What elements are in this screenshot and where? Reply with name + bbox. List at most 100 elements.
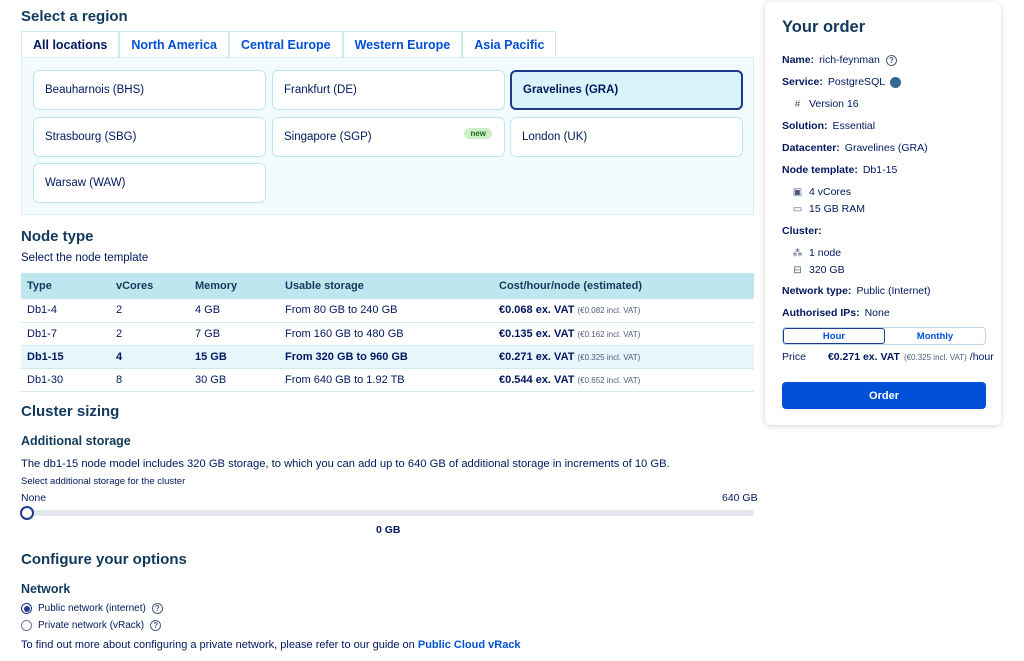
region-card-uk[interactable]: London (UK)	[510, 117, 743, 157]
table-header-row: Type vCores Memory Usable storage Cost/h…	[21, 273, 754, 299]
service-value: PostgreSQL	[827, 76, 886, 88]
radio-button[interactable]	[21, 620, 32, 631]
cost-incl-vat: (€0.162 incl. VAT)	[577, 329, 641, 339]
cost-incl-vat: (€0.325 incl. VAT)	[577, 352, 641, 362]
solution-value: Essential	[832, 120, 876, 132]
col-memory: Memory	[189, 273, 279, 299]
datacenter-label: Datacenter:	[782, 142, 840, 154]
region-card-sbg[interactable]: Strasbourg (SBG)	[33, 117, 266, 157]
radio-button-checked[interactable]	[21, 603, 32, 614]
order-button[interactable]: Order	[782, 382, 986, 409]
storage-slider-track[interactable]	[27, 510, 754, 516]
order-ips-row: Authorised IPs: None	[782, 307, 890, 319]
region-card-sgp[interactable]: Singapore (SGP) new	[272, 117, 505, 157]
cell-vcores: 2	[110, 299, 189, 323]
cluster-label: Cluster:	[782, 225, 822, 237]
new-badge: new	[464, 128, 492, 139]
ips-label: Authorised IPs:	[782, 307, 860, 319]
order-datacenter-row: Datacenter: Gravelines (GRA)	[782, 142, 928, 154]
region-tabs: All locations North America Central Euro…	[21, 31, 557, 58]
tab-asia-pacific[interactable]: Asia Pacific	[462, 31, 557, 58]
table-row-selected[interactable]: Db1-15 4 15 GB From 320 GB to 960 GB €0.…	[21, 345, 754, 369]
cost-incl-vat: (€0.652 incl. VAT)	[577, 375, 641, 385]
cell-cost: €0.068 ex. VAT (€0.082 incl. VAT)	[493, 299, 754, 323]
cost-ex-vat: €0.271 ex. VAT	[499, 350, 575, 363]
table-row[interactable]: Db1-30 8 30 GB From 640 GB to 1.92 TB €0…	[21, 368, 754, 392]
storage-description: The db1-15 node model includes 320 GB st…	[21, 458, 670, 470]
datacenter-value: Gravelines (GRA)	[844, 142, 928, 154]
cell-cost: €0.544 ex. VAT (€0.652 incl. VAT)	[493, 368, 754, 392]
toggle-monthly[interactable]: Monthly	[885, 328, 985, 344]
cluster-storage-value: 320 GB	[809, 264, 845, 276]
additional-storage-title: Additional storage	[21, 434, 131, 448]
options-title: Configure your options	[21, 551, 187, 568]
ram-value: 15 GB RAM	[809, 203, 866, 215]
node-table: Type vCores Memory Usable storage Cost/h…	[21, 273, 754, 392]
guide-text: To find out more about configuring a pri…	[21, 639, 418, 651]
node-type-title: Node type	[21, 228, 94, 245]
cost-ex-vat: €0.544 ex. VAT	[499, 373, 575, 386]
cluster-sizing-title: Cluster sizing	[21, 403, 120, 420]
region-card-gra[interactable]: Gravelines (GRA)	[510, 70, 743, 110]
region-card-label: Singapore (SGP)	[284, 131, 372, 143]
nodes-row: ⁂ 1 node	[792, 247, 842, 259]
table-row[interactable]: Db1-4 2 4 GB From 80 GB to 240 GB €0.068…	[21, 299, 754, 323]
cell-storage: From 160 GB to 480 GB	[279, 322, 493, 346]
cost-ex-vat: €0.068 ex. VAT	[499, 304, 575, 317]
tab-all-locations[interactable]: All locations	[21, 31, 120, 58]
cell-memory: 30 GB	[189, 368, 279, 392]
region-card-bhs[interactable]: Beauharnois (BHS)	[33, 70, 266, 110]
cpu-icon: ▣	[792, 186, 803, 198]
template-label: Node template:	[782, 164, 858, 176]
order-template-row: Node template: Db1-15	[782, 164, 897, 176]
cell-type: Db1-7	[21, 322, 110, 346]
template-value: Db1-15	[862, 164, 898, 176]
price-value: €0.271 ex. VAT	[827, 351, 900, 363]
table-row[interactable]: Db1-7 2 7 GB From 160 GB to 480 GB €0.13…	[21, 322, 754, 346]
cell-storage: From 640 GB to 1.92 TB	[279, 368, 493, 392]
billing-period-toggle: Hour Monthly	[782, 327, 986, 345]
storage-select-label: Select additional storage for the cluste…	[21, 476, 186, 487]
slider-min-label: None	[21, 492, 47, 504]
guide-line: To find out more about configuring a pri…	[21, 639, 521, 651]
help-icon[interactable]: ?	[150, 620, 162, 631]
order-summary-card: Your order Name: rich-feynman ? Service:…	[765, 2, 1001, 425]
help-icon[interactable]: ?	[151, 603, 163, 614]
network-label: Network type:	[782, 285, 852, 297]
cell-vcores: 8	[110, 368, 189, 392]
help-icon[interactable]: ?	[885, 54, 897, 66]
region-card-de[interactable]: Frankfurt (DE)	[272, 70, 505, 110]
cell-memory: 4 GB	[189, 299, 279, 323]
cell-vcores: 4	[110, 345, 189, 369]
order-title: Your order	[782, 18, 866, 36]
tab-western-europe[interactable]: Western Europe	[342, 31, 463, 58]
tab-north-america[interactable]: North America	[119, 31, 229, 58]
service-label: Service:	[782, 76, 823, 88]
col-cost: Cost/hour/node (estimated)	[493, 273, 754, 299]
nodes-value: 1 node	[809, 247, 842, 259]
price-row: Price €0.271 ex. VAT (€0.325 incl. VAT) …	[782, 351, 994, 363]
cell-type: Db1-15	[21, 345, 110, 369]
radio-private-network[interactable]: Private network (vRack) ?	[21, 620, 162, 631]
order-service-row: Service: PostgreSQL	[782, 76, 902, 88]
network-value: Public (Internet)	[856, 285, 931, 297]
version-value: Version 16	[809, 98, 859, 110]
region-card-waw[interactable]: Warsaw (WAW)	[33, 163, 266, 203]
cell-type: Db1-4	[21, 299, 110, 323]
ram-row: ▭ 15 GB RAM	[792, 203, 865, 215]
vcores-value: 4 vCores	[809, 186, 852, 198]
vcores-row: ▣ 4 vCores	[792, 186, 851, 198]
toggle-hour[interactable]: Hour	[783, 328, 885, 344]
order-network-row: Network type: Public (Internet)	[782, 285, 931, 297]
postgresql-icon	[890, 76, 902, 88]
name-label: Name:	[782, 54, 815, 66]
nodes-icon: ⁂	[792, 247, 803, 259]
order-solution-row: Solution: Essential	[782, 120, 875, 132]
tab-central-europe[interactable]: Central Europe	[229, 31, 343, 58]
radio-label: Public network (internet)	[38, 603, 146, 614]
storage-slider-thumb[interactable]	[20, 506, 34, 520]
name-value: rich-feynman	[819, 54, 880, 66]
vrack-guide-link[interactable]: Public Cloud vRack	[418, 639, 521, 651]
radio-public-network[interactable]: Public network (internet) ?	[21, 603, 163, 614]
price-label: Price	[782, 351, 806, 363]
